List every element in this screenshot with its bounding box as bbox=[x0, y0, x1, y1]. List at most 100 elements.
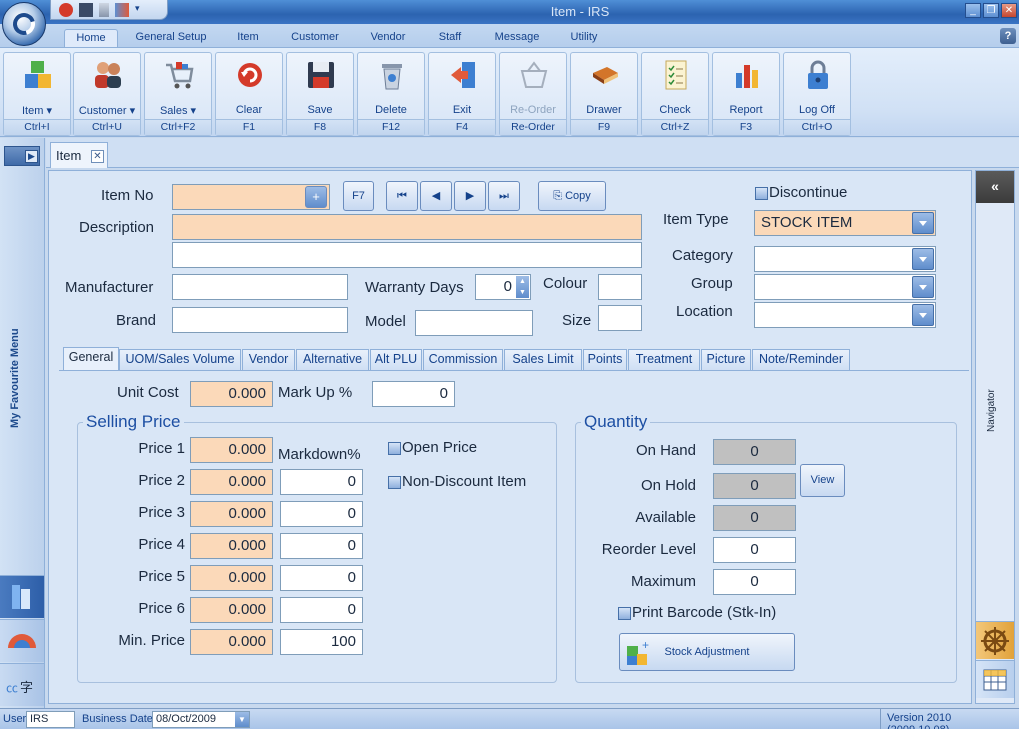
close-tab-icon[interactable]: ✕ bbox=[91, 150, 104, 163]
price-3-input[interactable]: 0.000 bbox=[190, 501, 273, 527]
drawer-button[interactable]: Drawer F9 bbox=[570, 52, 638, 136]
subtab-vendor[interactable]: Vendor bbox=[242, 349, 295, 370]
stepper-arrows-icon[interactable]: ▲ ▼ bbox=[516, 276, 529, 298]
markdown-6-input[interactable]: 0 bbox=[280, 597, 363, 623]
tab-staff[interactable]: Staff bbox=[428, 29, 472, 48]
maximum-input[interactable]: 0 bbox=[713, 569, 796, 595]
doc-tab-item[interactable]: Item ✕ bbox=[50, 142, 108, 168]
colour-input[interactable] bbox=[598, 274, 642, 300]
close-button[interactable]: ✕ bbox=[1001, 3, 1017, 18]
non-discount-checkbox[interactable] bbox=[388, 476, 401, 489]
clear-button[interactable]: Clear F1 bbox=[215, 52, 283, 136]
price-4-input[interactable]: 0.000 bbox=[190, 533, 273, 559]
stock-adjustment-button[interactable]: + Stock Adjustment bbox=[619, 633, 795, 671]
view-button[interactable]: View bbox=[800, 464, 845, 497]
open-price-checkbox[interactable] bbox=[388, 442, 401, 455]
minimize-button[interactable]: _ bbox=[965, 3, 981, 18]
delete-button[interactable]: Delete F12 bbox=[357, 52, 425, 136]
tab-utility[interactable]: Utility bbox=[560, 29, 608, 48]
exit-icon[interactable] bbox=[115, 2, 129, 17]
markdown-3-input[interactable]: 0 bbox=[280, 501, 363, 527]
subtab-commission[interactable]: Commission bbox=[423, 349, 503, 370]
item-type-select[interactable]: STOCK ITEM bbox=[754, 210, 936, 236]
exit-button[interactable]: Exit F4 bbox=[428, 52, 496, 136]
next-record-button[interactable]: ▶ bbox=[454, 181, 486, 211]
price-1-input[interactable]: 0.000 bbox=[190, 437, 273, 463]
chevron-down-icon[interactable] bbox=[912, 212, 934, 234]
sidebar-colour-button[interactable] bbox=[0, 619, 44, 662]
discontinue-checkbox[interactable] bbox=[755, 187, 768, 200]
group-select[interactable] bbox=[754, 274, 936, 300]
description-input[interactable] bbox=[172, 214, 642, 240]
navigator-settings-button[interactable] bbox=[976, 621, 1014, 659]
tab-vendor[interactable]: Vendor bbox=[362, 29, 414, 48]
category-select[interactable] bbox=[754, 246, 936, 272]
save-button[interactable]: Save F8 bbox=[286, 52, 354, 136]
model-input[interactable] bbox=[415, 310, 533, 336]
save-icon[interactable] bbox=[79, 2, 93, 17]
subtab-uom-sales-volume[interactable]: UOM/Sales Volume bbox=[119, 349, 241, 370]
business-date-field[interactable]: 08/Oct/2009 ▼ bbox=[152, 711, 250, 728]
warranty-days-stepper[interactable]: 0 ▲ ▼ bbox=[475, 274, 531, 300]
min-price-markdown-input[interactable]: 100 bbox=[280, 629, 363, 655]
check-button[interactable]: Check Ctrl+Z bbox=[641, 52, 709, 136]
sidebar-modules-button[interactable] bbox=[0, 575, 44, 618]
item-no-input[interactable]: + bbox=[172, 184, 330, 210]
markdown-5-input[interactable]: 0 bbox=[280, 565, 363, 591]
subtab-points[interactable]: Points bbox=[583, 349, 627, 370]
restore-button[interactable]: ❐ bbox=[983, 3, 999, 18]
chevron-down-icon[interactable]: ▼ bbox=[235, 712, 249, 727]
f7-button[interactable]: F7 bbox=[343, 181, 374, 211]
sidebar-language-button[interactable]: ㏄字 bbox=[0, 663, 44, 706]
trash-icon[interactable] bbox=[99, 2, 109, 17]
unit-cost-input[interactable]: 0.000 bbox=[190, 381, 273, 407]
navigator-grid-button[interactable] bbox=[976, 660, 1014, 698]
brand-input[interactable] bbox=[172, 307, 348, 333]
tab-general-setup[interactable]: General Setup bbox=[128, 29, 214, 48]
log-off-button[interactable]: Log Off Ctrl+O bbox=[783, 52, 851, 136]
chevron-down-icon[interactable] bbox=[912, 304, 934, 326]
mark-up-input[interactable]: 0 bbox=[372, 381, 455, 407]
manufacturer-input[interactable] bbox=[172, 274, 348, 300]
application-orb-button[interactable] bbox=[2, 2, 46, 46]
tab-item[interactable]: Item bbox=[228, 29, 268, 48]
customize-dropdown-icon[interactable]: ▾ bbox=[135, 3, 149, 17]
customer-button[interactable]: Customer ▾ Ctrl+U bbox=[73, 52, 141, 136]
price-5-input[interactable]: 0.000 bbox=[190, 565, 273, 591]
markdown-4-input[interactable]: 0 bbox=[280, 533, 363, 559]
subtab-treatment[interactable]: Treatment bbox=[628, 349, 700, 370]
sales-button[interactable]: Sales ▾ Ctrl+F2 bbox=[144, 52, 212, 136]
subtab-note-reminder[interactable]: Note/Reminder bbox=[752, 349, 850, 370]
price-6-input[interactable]: 0.000 bbox=[190, 597, 273, 623]
size-input[interactable] bbox=[598, 305, 642, 331]
item-button[interactable]: Item ▾ Ctrl+I bbox=[3, 52, 71, 136]
chevron-down-icon[interactable] bbox=[912, 276, 934, 298]
collapse-navigator-button[interactable]: « bbox=[976, 171, 1014, 203]
previous-record-button[interactable]: ◀ bbox=[420, 181, 452, 211]
subtab-alternative[interactable]: Alternative bbox=[296, 349, 369, 370]
my-favourite-menu-label[interactable]: My Favourite Menu bbox=[9, 318, 29, 438]
chevron-down-icon[interactable] bbox=[912, 248, 934, 270]
refresh-icon[interactable] bbox=[59, 2, 73, 17]
subtab-general[interactable]: General bbox=[63, 347, 119, 371]
tab-customer[interactable]: Customer bbox=[284, 29, 346, 48]
markdown-2-input[interactable]: 0 bbox=[280, 469, 363, 495]
print-barcode-checkbox[interactable] bbox=[618, 607, 631, 620]
min-price-input[interactable]: 0.000 bbox=[190, 629, 273, 655]
subtab-picture[interactable]: Picture bbox=[701, 349, 751, 370]
price-2-input[interactable]: 0.000 bbox=[190, 469, 273, 495]
last-record-button[interactable]: ⏭ bbox=[488, 181, 520, 211]
tab-message[interactable]: Message bbox=[488, 29, 546, 48]
copy-button[interactable]: ⎘ Copy bbox=[538, 181, 606, 211]
reorder-level-input[interactable]: 0 bbox=[713, 537, 796, 563]
item-no-lookup-button[interactable]: + bbox=[305, 186, 327, 208]
first-record-button[interactable]: ⏮ bbox=[386, 181, 418, 211]
subtab-sales-limit[interactable]: Sales Limit bbox=[504, 349, 582, 370]
description-2-input[interactable] bbox=[172, 242, 642, 268]
subtab-alt-plu[interactable]: Alt PLU bbox=[370, 349, 422, 370]
reorder-button[interactable]: Re-Order Re-Order bbox=[499, 52, 567, 136]
expand-sidebar-button[interactable]: ▶ bbox=[4, 146, 40, 166]
location-select[interactable] bbox=[754, 302, 936, 328]
report-button[interactable]: Report F3 bbox=[712, 52, 780, 136]
help-icon[interactable]: ? bbox=[1000, 28, 1016, 44]
